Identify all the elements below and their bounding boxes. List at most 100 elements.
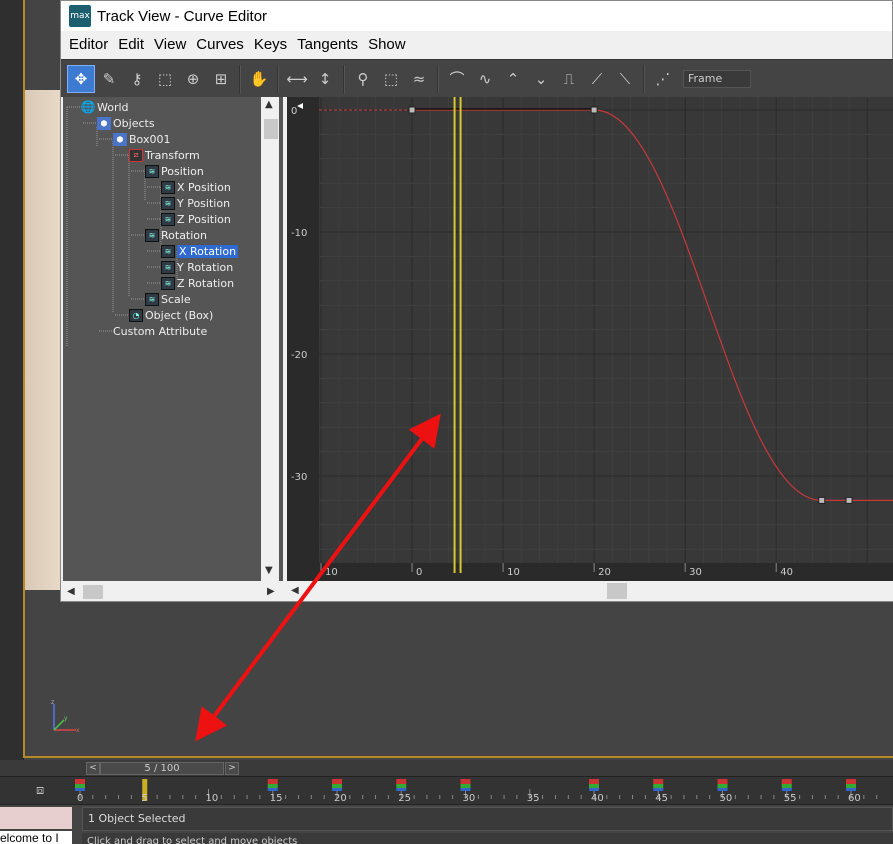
- pan-button[interactable]: ✋: [245, 65, 273, 93]
- tree-vertical-scrollbar[interactable]: ▲ ▼: [261, 97, 279, 581]
- move-keys-button[interactable]: ✥: [67, 64, 95, 93]
- tree-item-object-box[interactable]: ◔ Object (Box): [129, 307, 213, 323]
- tree-item-y-rotation[interactable]: ≋ Y Rotation: [161, 259, 233, 275]
- tangent-slow-button[interactable]: ⌄: [527, 65, 555, 93]
- frame-horizontal-button[interactable]: ⟷: [283, 65, 311, 93]
- tree-item-x-position[interactable]: ≋ X Position: [161, 179, 231, 195]
- track-key-pos[interactable]: [396, 779, 407, 784]
- track-key-scale[interactable]: [460, 788, 471, 791]
- menu-curves[interactable]: Curves: [192, 36, 248, 53]
- track-key-rot[interactable]: [460, 784, 471, 788]
- graph-horizontal-scrollbar[interactable]: ◀: [287, 581, 893, 601]
- track-key-pos[interactable]: [653, 779, 664, 784]
- tangent-fast-button[interactable]: ⌃: [499, 65, 527, 93]
- track-key-scale[interactable]: [653, 788, 664, 791]
- track-key-scale[interactable]: [396, 788, 407, 791]
- track-key-rot[interactable]: [653, 784, 664, 788]
- track-key-pos[interactable]: [460, 779, 471, 784]
- track-key-rot[interactable]: [589, 784, 599, 788]
- viewport-box-object[interactable]: [24, 90, 64, 590]
- tangent-smooth-button[interactable]: ⟍: [611, 65, 639, 93]
- tree-item-box001[interactable]: ⬢ Box001: [113, 131, 170, 147]
- menu-show[interactable]: Show: [364, 36, 410, 53]
- tree-item-objects[interactable]: ⬢ Objects: [97, 115, 155, 131]
- maxscript-output[interactable]: elcome to I: [0, 831, 72, 844]
- tree-item-position[interactable]: ≋ Position: [145, 163, 204, 179]
- track-key-pos[interactable]: [781, 779, 792, 784]
- tree-item-rotation[interactable]: ≋ Rotation: [145, 227, 207, 243]
- tree-item-scale[interactable]: ≋ Scale: [145, 291, 191, 307]
- track-key-scale[interactable]: [267, 788, 278, 791]
- next-frame-button[interactable]: >: [225, 762, 239, 775]
- tangent-auto-button[interactable]: ⌒: [443, 65, 471, 93]
- track-bar-timeline[interactable]: 0 5 10 15 20 25 30 35 40 45 50 55 60: [72, 777, 893, 805]
- title-bar[interactable]: max Track View - Curve Editor: [61, 1, 892, 31]
- track-key-rot[interactable]: [267, 784, 278, 788]
- track-key-rot[interactable]: [781, 784, 792, 788]
- track-key-pos[interactable]: [846, 779, 856, 784]
- track-key-scale[interactable]: [332, 788, 342, 791]
- add-keys-button[interactable]: ⚷: [123, 65, 151, 93]
- track-key-pos[interactable]: [75, 779, 85, 784]
- track-key-pos[interactable]: [267, 779, 278, 784]
- track-key-scale[interactable]: [75, 788, 85, 791]
- tree-item-z-position[interactable]: ≋ Z Position: [161, 211, 231, 227]
- scroll-left-icon[interactable]: ◀: [67, 586, 75, 597]
- draw-curves-button[interactable]: ✎: [95, 65, 123, 93]
- tree-item-transform[interactable]: ⧄ Transform: [129, 147, 200, 163]
- retime-button[interactable]: ⊕: [179, 65, 207, 93]
- track-key-scale[interactable]: [846, 788, 856, 791]
- scroll-up-icon[interactable]: ▲: [265, 99, 273, 110]
- menu-tangents[interactable]: Tangents: [293, 36, 362, 53]
- frame-value-button[interactable]: ↕: [311, 65, 339, 93]
- prev-frame-button[interactable]: <: [86, 762, 100, 775]
- track-key-scale[interactable]: [589, 788, 599, 791]
- tree-item-world[interactable]: 🌐 World: [81, 99, 129, 115]
- track-key-rot[interactable]: [332, 784, 342, 788]
- track-key-rot[interactable]: [396, 784, 407, 788]
- tree-item-x-rotation[interactable]: ≋ X Rotation: [161, 243, 239, 259]
- track-key-rot[interactable]: [717, 784, 728, 788]
- graph-scroll-left-icon[interactable]: ◀: [291, 585, 299, 596]
- menu-editor[interactable]: Editor: [65, 36, 112, 53]
- curve-key[interactable]: [845, 496, 853, 504]
- track-key-rot[interactable]: [75, 784, 85, 788]
- tree-horizontal-scroll-thumb[interactable]: [83, 585, 103, 599]
- isolate-curve-button[interactable]: ≈: [405, 65, 433, 93]
- track-key-pos[interactable]: [589, 779, 599, 784]
- menu-view[interactable]: View: [150, 36, 190, 53]
- tangent-spline-button[interactable]: ∿: [471, 65, 499, 93]
- track-key-rot[interactable]: [846, 784, 856, 788]
- retime-global-button[interactable]: ⊞: [207, 65, 235, 93]
- track-key-pos[interactable]: [717, 779, 728, 784]
- maxscript-listener-input[interactable]: [0, 807, 72, 829]
- time-slider-handle[interactable]: 5 / 100: [100, 762, 224, 775]
- show-keys-button[interactable]: ⋰: [649, 65, 677, 93]
- controller-tree[interactable]: 🌐 World ⬢ Objects ⬢ Box001 ⧄ Transform ≋ Position…: [63, 97, 283, 581]
- menu-edit[interactable]: Edit: [114, 36, 148, 53]
- tree-item-y-position[interactable]: ≋ Y Position: [161, 195, 230, 211]
- track-key-scale[interactable]: [717, 788, 728, 791]
- track-key-pos[interactable]: [332, 779, 342, 784]
- open-mini-curve-editor-icon[interactable]: ⧈: [36, 783, 56, 799]
- frame-field[interactable]: Frame: [683, 69, 751, 88]
- track-key-scale[interactable]: [781, 788, 792, 791]
- tangent-step-button[interactable]: ⎍: [555, 65, 583, 93]
- curve-key[interactable]: [590, 106, 598, 114]
- time-slider[interactable]: < 5 / 100 >: [0, 760, 893, 776]
- zoom-region-button[interactable]: ⬚: [377, 65, 405, 93]
- region-select-button[interactable]: ⬚: [151, 65, 179, 93]
- menu-keys[interactable]: Keys: [250, 36, 291, 53]
- scroll-down-icon[interactable]: ▼: [265, 565, 273, 576]
- scroll-right-icon[interactable]: ▶: [267, 586, 275, 597]
- curve-key[interactable]: [818, 496, 826, 504]
- curve-graph[interactable]: 0 -10 -20 -30 10 0 10 20 30 40: [287, 97, 893, 581]
- tangent-linear-button[interactable]: ⟋: [583, 65, 611, 93]
- track-bar[interactable]: ⧈ 0 5 10 15 20 25 30 35 40 45 50 55 60: [0, 776, 893, 805]
- track-view-window[interactable]: max Track View - Curve Editor Editor Edi…: [60, 0, 893, 602]
- tree-item-z-rotation[interactable]: ≋ Z Rotation: [161, 275, 234, 291]
- graph-scroll-thumb[interactable]: [607, 583, 627, 599]
- curve-key[interactable]: [408, 106, 416, 114]
- tree-item-custom-attribute[interactable]: Custom Attribute: [113, 323, 207, 339]
- zoom-button[interactable]: ⚲: [349, 65, 377, 93]
